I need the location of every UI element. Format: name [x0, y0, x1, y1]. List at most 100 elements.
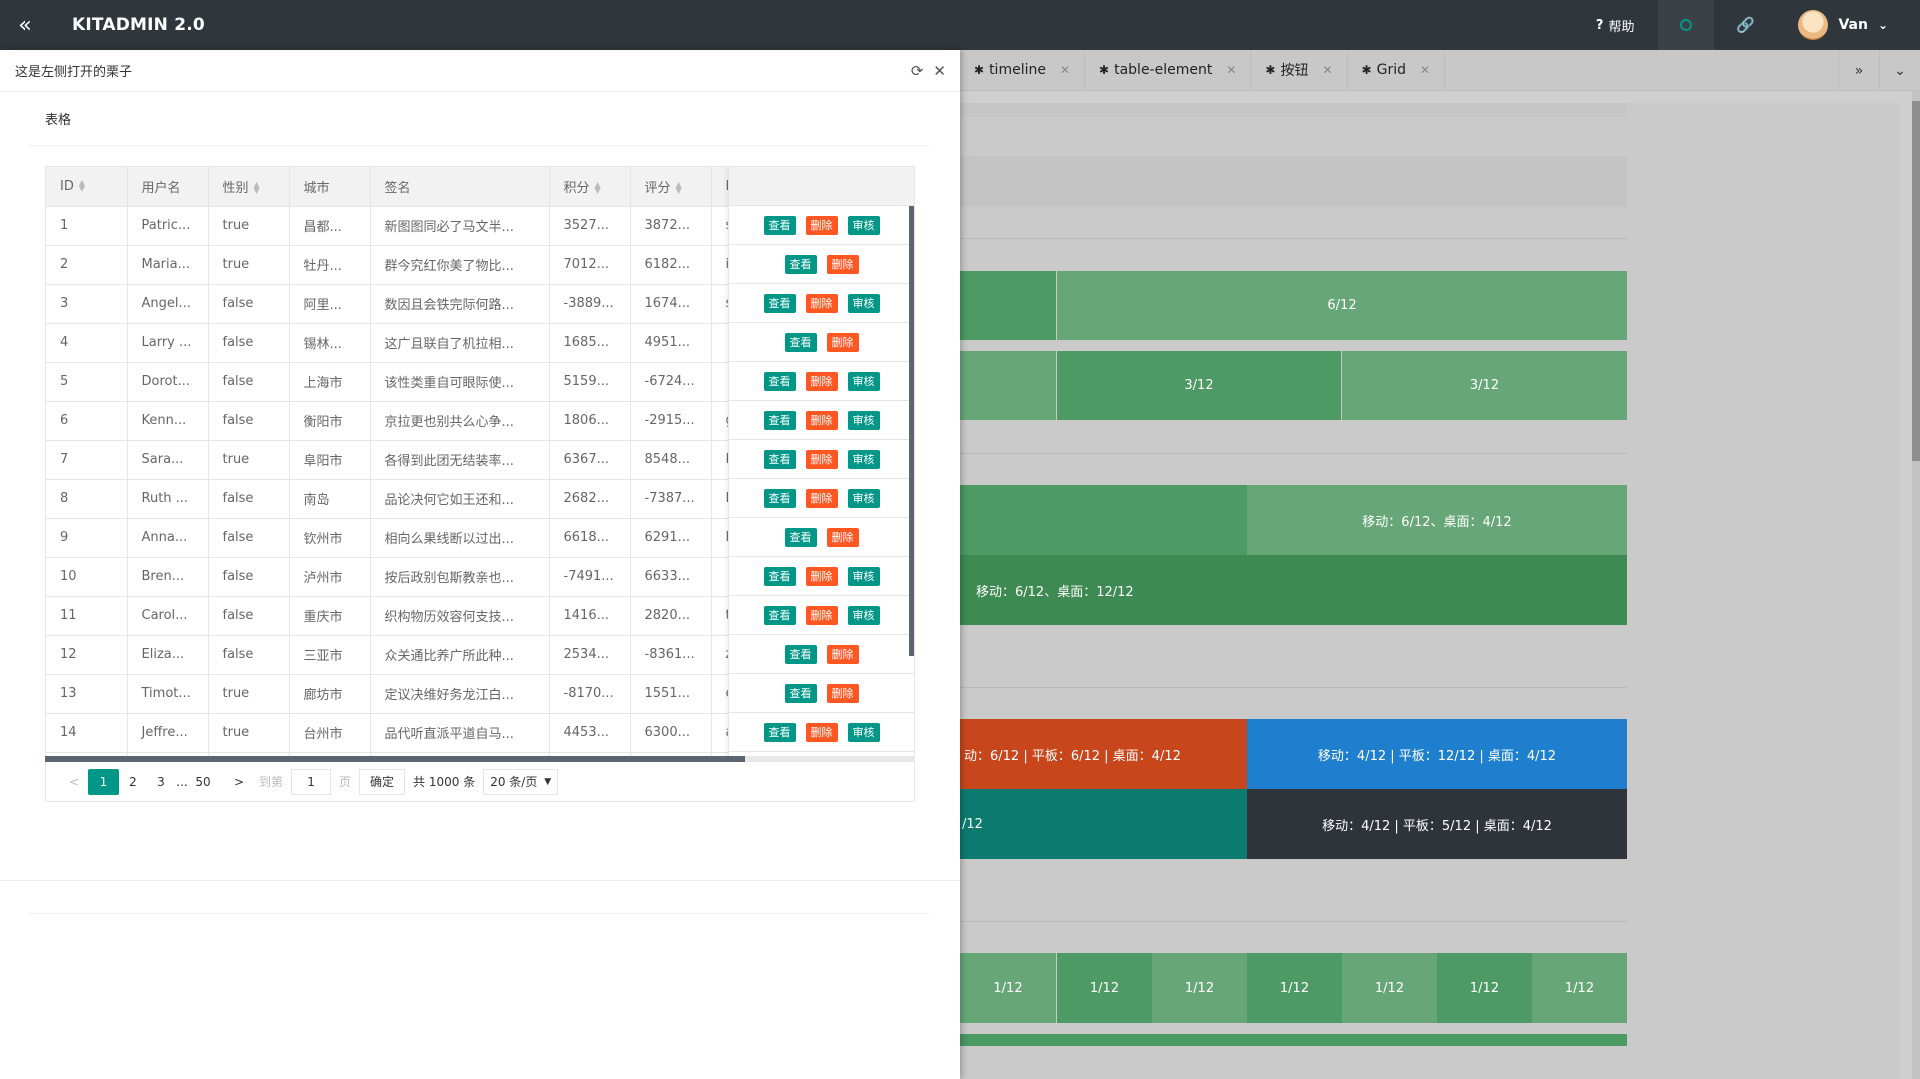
audit-button[interactable]: 审核 — [847, 371, 880, 391]
tab-grid[interactable]: ✱ Grid ✕ — [1348, 49, 1446, 91]
delete-button[interactable]: 删除 — [826, 683, 859, 703]
page-size-select[interactable]: 20 条/页 ▼ — [483, 768, 559, 795]
left-drawer: 这是左侧打开的栗子 ⟳ ✕ 表格 ID ▲ ▼ 用户名 性别 ▲ ▼ 城市 签名… — [0, 50, 960, 1079]
close-icon[interactable]: ✕ — [1420, 63, 1430, 77]
view-button[interactable]: 查看 — [763, 215, 796, 235]
tab-timeline[interactable]: ✱ timeline ✕ — [960, 49, 1086, 91]
view-button[interactable]: 查看 — [763, 566, 796, 586]
page-last-button[interactable]: 50 — [189, 769, 217, 795]
prev-page-button[interactable]: < — [60, 769, 88, 795]
delete-button[interactable]: 删除 — [826, 332, 859, 352]
table-cell-sign: 品论决何它如王还和... — [370, 479, 550, 519]
table-cell-id: 3 — [46, 284, 128, 324]
audit-button[interactable]: 审核 — [847, 488, 880, 508]
view-button[interactable]: 查看 — [784, 527, 817, 547]
link-button[interactable]: 🔗 — [1714, 0, 1776, 50]
table-cell-rate: -6724... — [630, 362, 712, 402]
grid-cell — [960, 1034, 1627, 1046]
goto-page-input[interactable]: 1 — [291, 768, 332, 795]
view-button[interactable]: 查看 — [763, 605, 796, 625]
col-sex[interactable]: 性别 ▲ ▼ — [208, 167, 290, 207]
operation-cell: 查看 删除 — [729, 674, 914, 713]
page-2-button[interactable]: 2 — [119, 769, 147, 795]
table-cell-city: 衡阳市 — [289, 401, 371, 441]
view-button[interactable]: 查看 — [763, 488, 796, 508]
table-cell-id: 12 — [46, 635, 128, 675]
sort-icon[interactable]: ▲ ▼ — [79, 179, 85, 193]
audit-button[interactable]: 审核 — [847, 293, 880, 313]
grid-cell — [960, 271, 1056, 340]
delete-button[interactable]: 删除 — [805, 566, 838, 586]
audit-button[interactable]: 审核 — [847, 410, 880, 430]
table-cell-rate: 6633... — [630, 557, 712, 597]
help-button[interactable]: ? 帮助 — [1572, 0, 1659, 50]
view-button[interactable]: 查看 — [763, 449, 796, 469]
view-button[interactable]: 查看 — [763, 722, 796, 742]
audit-button[interactable]: 审核 — [847, 722, 880, 742]
collapse-sidebar-icon[interactable]: « — [0, 0, 50, 50]
table-cell-city: 三亚市 — [289, 635, 371, 675]
theme-button[interactable] — [1658, 0, 1715, 50]
page-scrollbar[interactable] — [1912, 91, 1920, 1079]
tabs-scroll-right-icon[interactable]: » — [1838, 50, 1879, 91]
goto-confirm-button[interactable]: 确定 — [359, 768, 406, 795]
close-icon[interactable]: ✕ — [933, 62, 946, 80]
tab-bar: ✱ timeline ✕ ✱ table-element ✕ ✱ 按钮 ✕ ✱ Grid ✕ »… — [960, 49, 1920, 91]
view-button[interactable]: 查看 — [784, 683, 817, 703]
delete-button[interactable]: 删除 — [805, 371, 838, 391]
sort-icon[interactable]: ▲ ▼ — [595, 181, 601, 195]
table-cell-rate: 8548... — [630, 440, 712, 480]
delete-button[interactable]: 删除 — [826, 254, 859, 274]
tab-table-element[interactable]: ✱ table-element ✕ — [1085, 49, 1252, 91]
table-cell-name: Eliza... — [127, 635, 209, 675]
table-cell-id: 14 — [46, 713, 128, 753]
delete-button[interactable]: 删除 — [805, 293, 838, 313]
operation-cell: 查看删除审核 — [729, 713, 914, 752]
user-menu[interactable]: Van ⌄ — [1776, 0, 1920, 50]
delete-button[interactable]: 删除 — [805, 449, 838, 469]
delete-button[interactable]: 删除 — [805, 488, 838, 508]
pagination: < 1 2 3 ... 50 > 到第 1 页 确定 共 1000 条 20 条… — [45, 762, 915, 802]
delete-button[interactable]: 删除 — [805, 215, 838, 235]
page-1-button[interactable]: 1 — [88, 768, 119, 795]
table-cell-sex: true — [208, 713, 290, 753]
table-cell-rate: 6182... — [630, 245, 712, 285]
tabs-menu-chevron-icon[interactable]: ⌄ — [1879, 50, 1920, 91]
audit-button[interactable]: 审核 — [847, 215, 880, 235]
scrollbar-thumb[interactable] — [1912, 101, 1920, 461]
view-button[interactable]: 查看 — [784, 332, 817, 352]
table-cell-name: Larry ... — [127, 323, 209, 363]
delete-button[interactable]: 删除 — [805, 605, 838, 625]
close-icon[interactable]: ✕ — [1060, 63, 1070, 77]
table-cell-sign: 织构物历效容何支技... — [370, 596, 550, 636]
page-3-button[interactable]: 3 — [147, 769, 175, 795]
refresh-icon[interactable]: ⟳ — [911, 62, 924, 80]
view-button[interactable]: 查看 — [763, 371, 796, 391]
delete-button[interactable]: 删除 — [805, 722, 838, 742]
col-rating[interactable]: 评分 ▲ ▼ — [630, 167, 712, 207]
sort-icon[interactable]: ▲ ▼ — [254, 181, 260, 195]
col-id[interactable]: ID ▲ ▼ — [46, 167, 128, 207]
audit-button[interactable]: 审核 — [847, 605, 880, 625]
view-button[interactable]: 查看 — [763, 410, 796, 430]
table-cell-name: Angel... — [127, 284, 209, 324]
audit-button[interactable]: 审核 — [847, 449, 880, 469]
view-button[interactable]: 查看 — [784, 254, 817, 274]
tab-buttons[interactable]: ✱ 按钮 ✕ — [1251, 49, 1348, 91]
delete-button[interactable]: 删除 — [826, 527, 859, 547]
next-page-button[interactable]: > — [225, 769, 253, 795]
close-icon[interactable]: ✕ — [1322, 63, 1332, 77]
col-score[interactable]: 积分 ▲ ▼ — [549, 167, 631, 207]
view-button[interactable]: 查看 — [784, 644, 817, 664]
close-icon[interactable]: ✕ — [1226, 63, 1236, 77]
table-cell-name: Ruth ... — [127, 479, 209, 519]
table-vertical-scrollbar[interactable] — [909, 206, 914, 656]
delete-button[interactable]: 删除 — [805, 410, 838, 430]
operation-cell: 查看删除审核 — [729, 557, 914, 596]
table-cell-score: 7012... — [549, 245, 631, 285]
delete-button[interactable]: 删除 — [826, 644, 859, 664]
view-button[interactable]: 查看 — [763, 293, 796, 313]
sort-icon[interactable]: ▲ ▼ — [676, 181, 682, 195]
audit-button[interactable]: 审核 — [847, 566, 880, 586]
table-cell-id: 2 — [46, 245, 128, 285]
